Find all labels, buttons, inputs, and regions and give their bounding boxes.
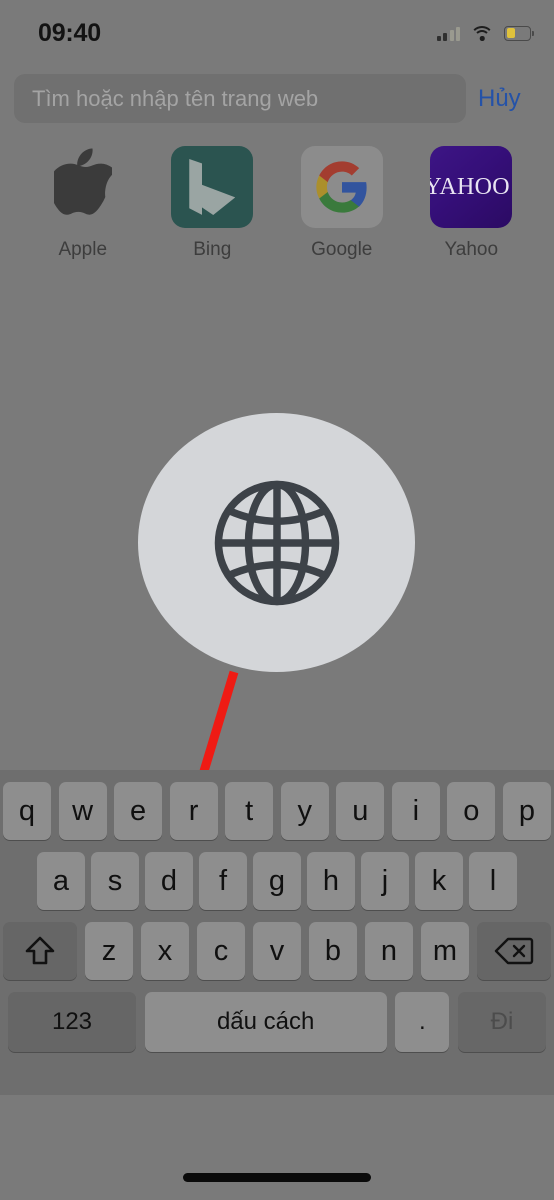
key-l[interactable]: l bbox=[469, 852, 517, 910]
backspace-key[interactable] bbox=[477, 922, 551, 980]
key-h[interactable]: h bbox=[307, 852, 355, 910]
bing-logo-icon bbox=[171, 146, 254, 228]
yahoo-wordmark: YAHOO! bbox=[430, 173, 512, 200]
key-p[interactable]: p bbox=[502, 782, 551, 840]
address-bar-container: Tìm hoặc nhập tên trang web Hủy bbox=[0, 66, 554, 132]
status-bar: 09:40 bbox=[0, 0, 554, 62]
globe-icon bbox=[214, 480, 339, 605]
yahoo-logo-icon: YAHOO! bbox=[430, 146, 513, 228]
key-c[interactable]: c bbox=[197, 922, 245, 980]
key-t[interactable]: t bbox=[225, 782, 274, 840]
shift-key[interactable] bbox=[3, 922, 77, 980]
search-placeholder: Tìm hoặc nhập tên trang web bbox=[32, 86, 319, 111]
numbers-key[interactable]: 123 bbox=[8, 992, 136, 1052]
key-y[interactable]: y bbox=[280, 782, 329, 840]
key-j[interactable]: j bbox=[361, 852, 409, 910]
cancel-button[interactable]: Hủy bbox=[478, 66, 521, 132]
key-q[interactable]: q bbox=[3, 782, 51, 840]
favorite-bing[interactable]: Bing bbox=[160, 146, 264, 261]
favorite-yahoo[interactable]: YAHOO! Yahoo bbox=[419, 146, 523, 261]
phone-screen: 09:40 Tìm hoặc nhập tên trang web Hủy Ap… bbox=[0, 0, 554, 1200]
key-z[interactable]: z bbox=[85, 922, 133, 980]
favorite-label: Apple bbox=[58, 239, 108, 260]
cellular-signal-icon bbox=[436, 26, 460, 41]
key-e[interactable]: e bbox=[114, 782, 163, 840]
key-u[interactable]: u bbox=[336, 782, 385, 840]
key-n[interactable]: n bbox=[365, 922, 413, 980]
wifi-icon bbox=[470, 25, 494, 41]
favorites-row: Apple Bing Google YAHOO Yahoo bbox=[0, 146, 554, 276]
battery-icon bbox=[504, 25, 534, 41]
status-icon-group bbox=[436, 22, 534, 44]
key-o[interactable]: o bbox=[447, 782, 496, 840]
space-key[interactable]: dấu cách bbox=[144, 992, 387, 1052]
period-key[interactable]: . bbox=[395, 992, 450, 1052]
search-input[interactable]: Tìm hoặc nhập tên trang web bbox=[14, 74, 466, 123]
key-f[interactable]: f bbox=[199, 852, 247, 910]
key-s[interactable]: s bbox=[91, 852, 139, 910]
keyboard-row-4: 123 dấu cách . Đi bbox=[0, 992, 554, 1052]
go-key[interactable]: Đi bbox=[457, 992, 546, 1052]
home-indicator-bar bbox=[183, 1173, 371, 1182]
key-a[interactable]: a bbox=[37, 852, 85, 910]
key-d[interactable]: d bbox=[145, 852, 193, 910]
magnified-globe-callout bbox=[138, 413, 415, 672]
shift-arrow-icon bbox=[25, 936, 55, 965]
favorite-label: Bing bbox=[193, 239, 232, 260]
status-clock: 09:40 bbox=[38, 19, 101, 47]
key-i[interactable]: i bbox=[391, 782, 440, 840]
key-g[interactable]: g bbox=[253, 852, 301, 910]
google-logo-icon bbox=[300, 146, 383, 228]
backspace-icon bbox=[494, 937, 534, 965]
favorite-google[interactable]: Google bbox=[290, 146, 394, 261]
key-m[interactable]: m bbox=[421, 922, 469, 980]
keyboard-row-3: z x c v b n m bbox=[0, 922, 554, 980]
virtual-keyboard: q w e r t y u i o p a s d f g h j k l z … bbox=[0, 770, 554, 1095]
key-w[interactable]: w bbox=[58, 782, 107, 840]
favorite-label: Google bbox=[311, 239, 373, 260]
keyboard-row-2: a s d f g h j k l bbox=[0, 852, 554, 910]
apple-logo-icon bbox=[42, 146, 124, 228]
keyboard-bottom-bar bbox=[0, 1095, 554, 1200]
favorite-apple[interactable]: Apple bbox=[31, 146, 135, 261]
key-x[interactable]: x bbox=[141, 922, 189, 980]
favorite-label: Yahoo bbox=[444, 239, 499, 260]
keyboard-row-1: q w e r t y u i o p bbox=[0, 782, 554, 840]
key-v[interactable]: v bbox=[253, 922, 301, 980]
key-r[interactable]: r bbox=[169, 782, 218, 840]
key-b[interactable]: b bbox=[309, 922, 357, 980]
key-k[interactable]: k bbox=[415, 852, 463, 910]
